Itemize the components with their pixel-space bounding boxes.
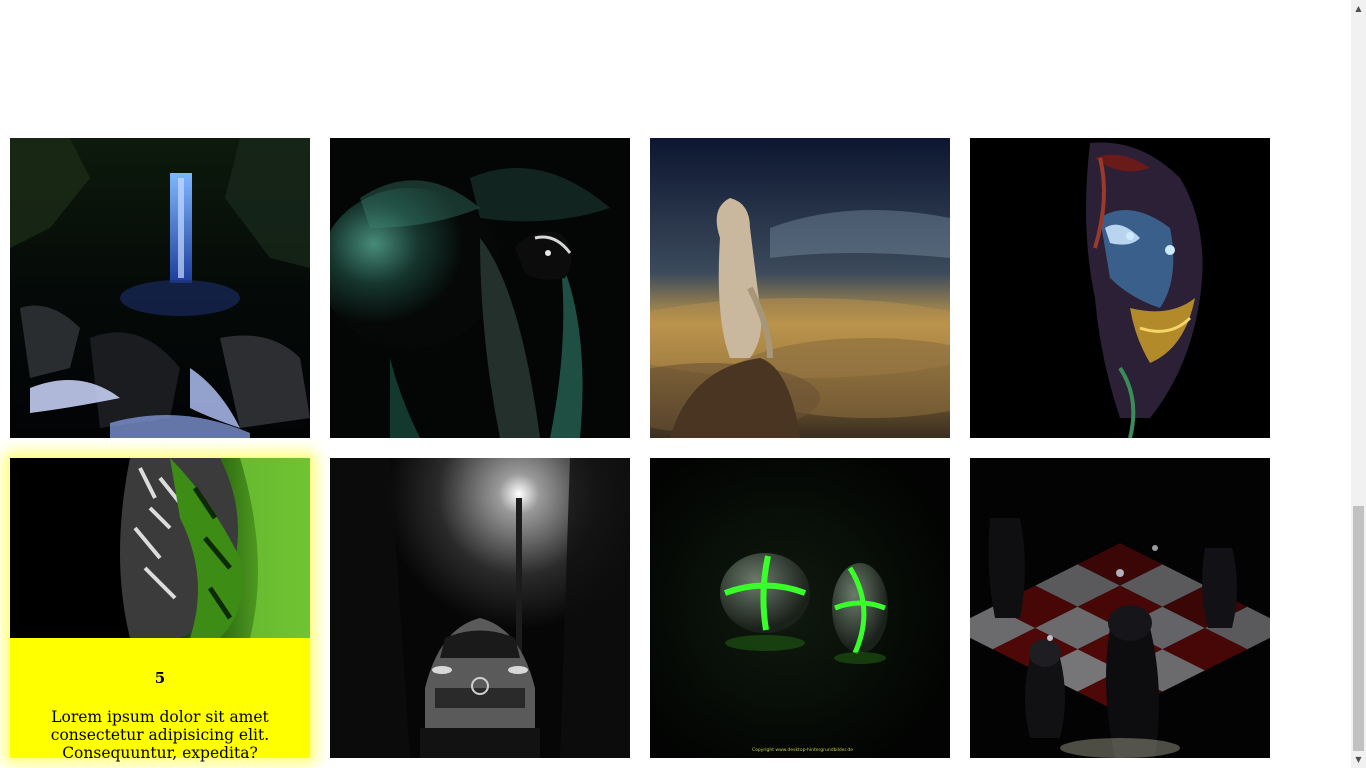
- triangle-down-icon[interactable]: ▼: [1351, 751, 1366, 768]
- vertical-scrollbar[interactable]: ▲ ▼: [1351, 0, 1366, 768]
- joker-image: [970, 138, 1270, 438]
- gallery-card-clouds[interactable]: [650, 138, 950, 438]
- butterfly-image: [330, 138, 630, 438]
- card-description: Lorem ipsum dolor sit amet consectetur a…: [50, 708, 270, 762]
- gallery-card-chess[interactable]: [970, 458, 1270, 758]
- gallery-card-waterfall[interactable]: [10, 138, 310, 438]
- clouds-image: [650, 138, 950, 438]
- scrollbar-thumb[interactable]: [1353, 506, 1364, 751]
- triangle-up-icon[interactable]: ▲: [1351, 0, 1366, 17]
- card-caption: 5 Lorem ipsum dolor sit amet consectetur…: [10, 638, 310, 762]
- chess-image: [970, 458, 1270, 758]
- gallery-card-joker[interactable]: [970, 138, 1270, 438]
- image-credit: Copyright www.desktop-hintergrundbilder.…: [752, 748, 854, 753]
- tiger-image: [10, 458, 310, 638]
- car-image: [330, 458, 630, 758]
- gallery-card-glow-balls[interactable]: Copyright www.desktop-hintergrundbilder.…: [650, 458, 950, 758]
- gallery-card-tiger[interactable]: 5 Lorem ipsum dolor sit amet consectetur…: [10, 458, 310, 762]
- card-number: 5: [154, 669, 166, 687]
- gallery-card-car[interactable]: [330, 458, 630, 758]
- page-viewport: 5 Lorem ipsum dolor sit amet consectetur…: [0, 0, 1351, 768]
- gallery-card-butterfly[interactable]: [330, 138, 630, 438]
- waterfall-image: [10, 138, 310, 438]
- glow-balls-image: [650, 458, 950, 758]
